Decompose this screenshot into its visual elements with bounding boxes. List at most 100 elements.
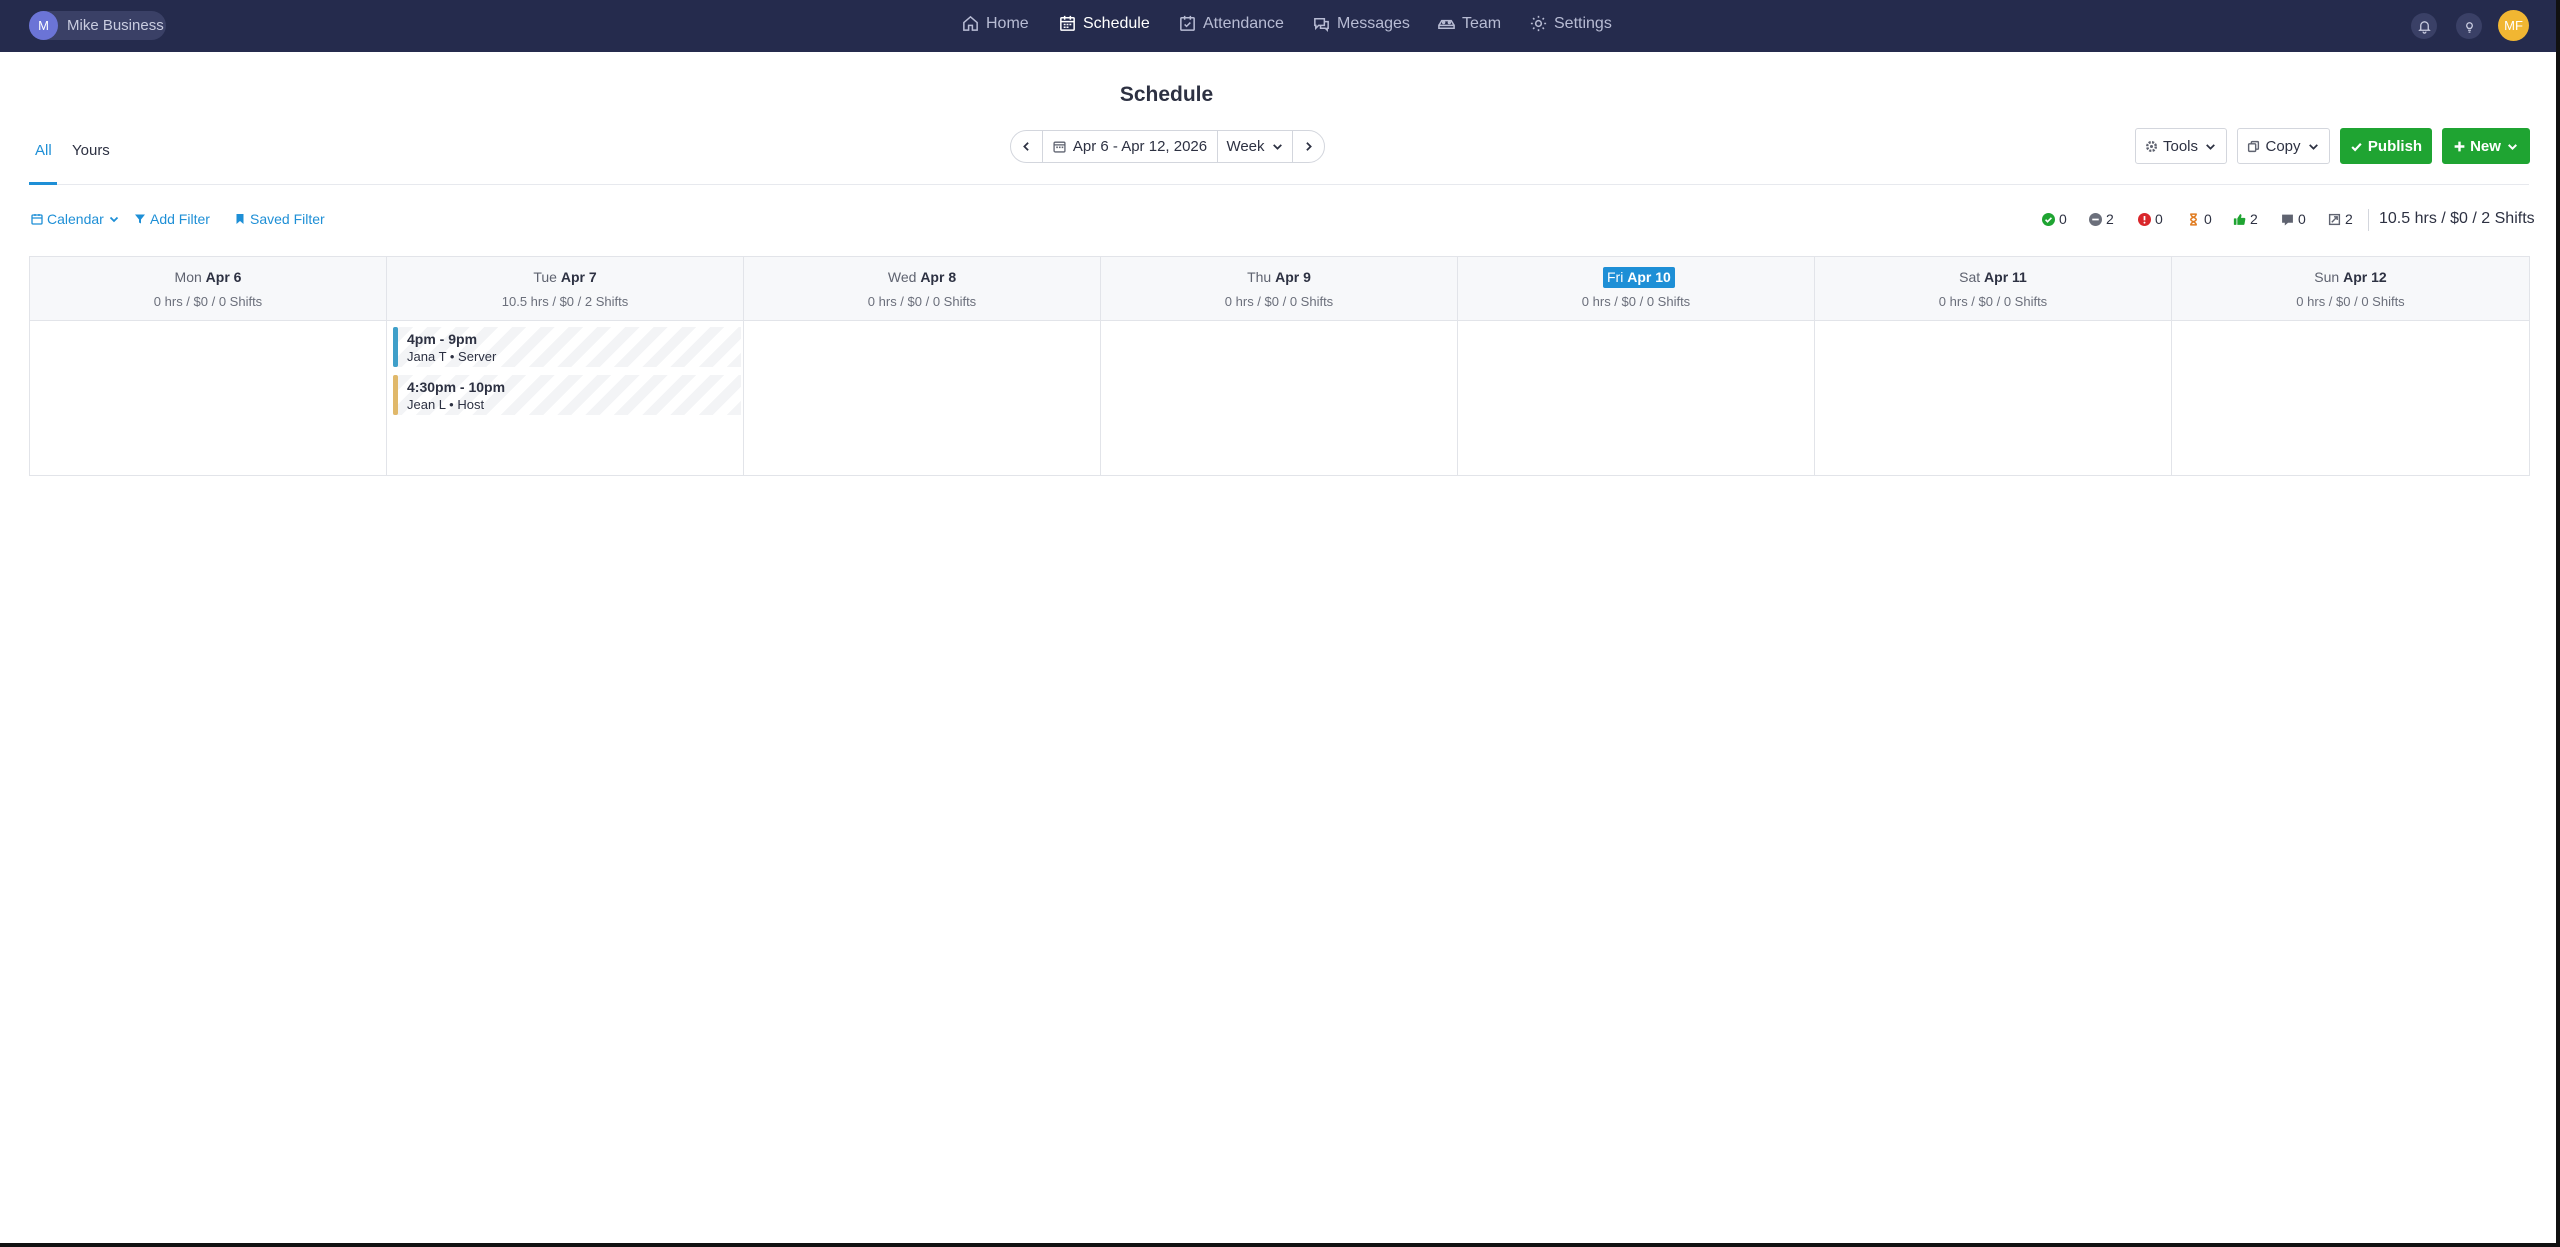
day-column-mon[interactable]: Mon Apr 6 0 hrs / $0 / 0 Shifts — [30, 257, 387, 475]
nav-attendance[interactable]: Attendance — [1178, 14, 1284, 33]
copy-button[interactable]: Copy — [2237, 128, 2330, 164]
stat-open-shifts[interactable]: 2 — [2328, 211, 2353, 227]
chevron-down-icon — [2507, 143, 2517, 150]
nav-attendance-label: Attendance — [1203, 14, 1284, 32]
hourglass-icon — [2190, 212, 2197, 226]
shift-assignee: Jean L • Host — [407, 397, 485, 412]
user-avatar[interactable]: MF — [2498, 10, 2529, 41]
tools-button[interactable]: Tools — [2135, 128, 2227, 164]
chevron-left-icon — [1023, 142, 1029, 151]
gear-icon — [2145, 140, 2158, 152]
calendar-check-icon — [1180, 15, 1195, 31]
day-of-week: Sat — [1959, 269, 1981, 285]
day-column-wed[interactable]: Wed Apr 8 0 hrs / $0 / 0 Shifts — [744, 257, 1101, 475]
stat-pending[interactable]: 0 — [2187, 211, 2212, 227]
filter-icon — [135, 214, 145, 224]
week-totals: 10.5 hrs / $0 / 2 Shifts — [2379, 210, 2535, 227]
nav-messages[interactable]: Messages — [1312, 14, 1410, 33]
day-summary: 0 hrs / $0 / 0 Shifts — [867, 294, 977, 309]
bell-icon — [2417, 20, 2431, 34]
view-select-label: Week — [1226, 138, 1265, 155]
tab-all[interactable]: All — [35, 142, 52, 159]
stat-notes[interactable]: 0 — [2281, 211, 2306, 227]
chevron-down-icon — [1272, 144, 1282, 150]
stat-notes-count: 0 — [2298, 211, 2306, 227]
day-summary: 0 hrs / $0 / 0 Shifts — [153, 294, 263, 309]
notifications-button[interactable] — [2411, 13, 2437, 39]
prev-week-button[interactable] — [1010, 130, 1043, 163]
shift-card[interactable]: 4pm - 9pm Jana T • Server — [393, 327, 741, 367]
minus-circle-icon — [2089, 212, 2102, 226]
day-summary: 0 hrs / $0 / 0 Shifts — [2296, 294, 2405, 309]
nav-schedule[interactable]: Schedule — [1058, 14, 1150, 33]
day-column-sat[interactable]: Sat Apr 11 0 hrs / $0 / 0 Shifts — [1815, 257, 2172, 475]
thumbs-up-icon — [2233, 213, 2246, 225]
week-calendar-grid: Mon Apr 6 0 hrs / $0 / 0 Shifts Tue Apr … — [29, 256, 2530, 476]
stat-confirmed-count: 0 — [2059, 211, 2067, 227]
new-label: New — [2470, 137, 2501, 155]
calendar-icon — [1060, 15, 1075, 31]
next-week-button[interactable] — [1292, 130, 1325, 163]
business-switcher[interactable]: M Mike Business — [29, 11, 166, 40]
saved-filter-link[interactable]: Saved Filter — [234, 211, 325, 227]
top-navbar: M Mike Business Home Schedule Attendance… — [0, 0, 2560, 52]
day-date: Apr 10 — [1627, 269, 1671, 285]
day-of-week: Sun — [2314, 269, 2340, 285]
today-badge: Fri Apr 10 — [1603, 267, 1675, 288]
day-date: Apr 9 — [1275, 269, 1311, 285]
day-label: Thu Apr 9 — [1101, 269, 1457, 285]
day-column-sun[interactable]: Sun Apr 12 0 hrs / $0 / 0 Shifts — [2172, 257, 2529, 475]
shift-time: 4pm - 9pm — [407, 331, 478, 347]
add-filter-link[interactable]: Add Filter — [134, 211, 210, 227]
day-label: Wed Apr 8 — [744, 269, 1100, 285]
shift-assignee: Jana T • Server — [407, 349, 497, 364]
check-circle-icon — [2042, 212, 2055, 226]
stat-approved[interactable]: 2 — [2233, 211, 2258, 227]
nav-home-label: Home — [986, 14, 1029, 32]
nav-settings[interactable]: Settings — [1529, 14, 1612, 33]
day-column-fri[interactable]: Fri Apr 10 0 hrs / $0 / 0 Shifts — [1458, 257, 1815, 475]
nav-team-label: Team — [1462, 14, 1502, 32]
day-date: Apr 6 — [205, 269, 242, 285]
nav-schedule-label: Schedule — [1083, 14, 1150, 32]
copy-label: Copy — [2265, 137, 2301, 155]
new-button[interactable]: New — [2442, 128, 2530, 164]
publish-button[interactable]: Publish — [2340, 128, 2432, 164]
day-column-tue[interactable]: Tue Apr 7 10.5 hrs / $0 / 2 Shifts 4pm -… — [387, 257, 744, 475]
stat-pending-count: 0 — [2204, 211, 2212, 227]
day-label: Sat Apr 11 — [1815, 269, 2171, 285]
day-label: Sun Apr 12 — [2172, 269, 2529, 285]
calendar-view-dropdown[interactable]: Calendar — [31, 211, 124, 227]
publish-label: Publish — [2367, 137, 2423, 155]
day-summary: 0 hrs / $0 / 0 Shifts — [1938, 294, 2048, 309]
bookmark-icon — [236, 214, 244, 224]
stat-open-shifts-count: 2 — [2345, 211, 2353, 227]
stat-confirmed[interactable]: 0 — [2042, 211, 2067, 227]
check-icon — [2351, 142, 2362, 152]
team-icon — [1438, 19, 1455, 30]
day-of-week: Wed — [887, 269, 917, 285]
day-of-week: Fri — [1607, 269, 1624, 285]
copy-icon — [2248, 140, 2260, 152]
plus-icon — [2454, 141, 2465, 151]
view-select[interactable]: Week — [1217, 130, 1293, 163]
shift-time: 4:30pm - 10pm — [407, 379, 506, 395]
day-date: Apr 7 — [560, 269, 597, 285]
day-header: Wed Apr 8 0 hrs / $0 / 0 Shifts — [744, 257, 1100, 321]
nav-team[interactable]: Team — [1437, 14, 1501, 33]
date-range-label: Apr 6 - Apr 12, 2026 — [1072, 138, 1208, 155]
help-button[interactable] — [2456, 13, 2482, 39]
add-filter-label: Add Filter — [150, 211, 210, 227]
chevron-right-icon — [1306, 142, 1312, 151]
tab-yours[interactable]: Yours — [72, 142, 110, 159]
day-label: Mon Apr 6 — [30, 269, 386, 285]
stat-conflicts[interactable]: 0 — [2138, 211, 2163, 227]
stats-divider — [2368, 209, 2369, 231]
shift-card[interactable]: 4:30pm - 10pm Jean L • Host — [393, 375, 741, 415]
shift-role-color — [393, 375, 398, 415]
stat-conflicts-count: 0 — [2155, 211, 2163, 227]
nav-home[interactable]: Home — [961, 14, 1029, 33]
stat-unconfirmed[interactable]: 2 — [2089, 211, 2114, 227]
day-column-thu[interactable]: Thu Apr 9 0 hrs / $0 / 0 Shifts — [1101, 257, 1458, 475]
date-range-button[interactable]: Apr 6 - Apr 12, 2026 — [1042, 130, 1218, 163]
